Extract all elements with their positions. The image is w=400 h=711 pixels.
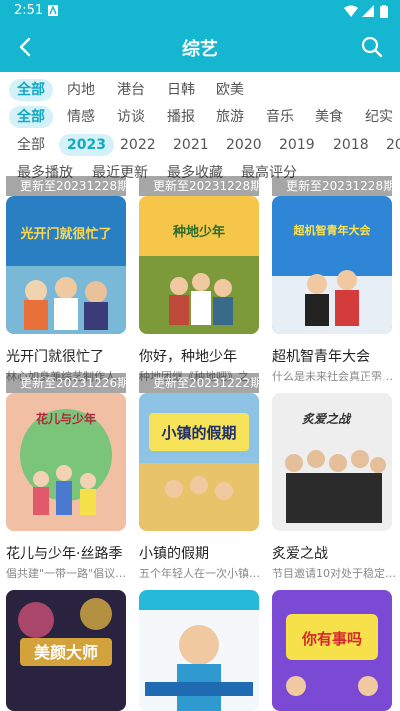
update-badge: 更新至20231228期: [139, 176, 259, 196]
chip-year-2017[interactable]: 2017: [378, 134, 400, 156]
show-desc: 五个年轻人在一次小镇旅行中: [139, 567, 263, 580]
show-poster: 花儿与少年: [6, 393, 126, 531]
update-badge: 更新至20231222期: [139, 373, 259, 393]
filter-row-region: 全部 内地 港台 日韩 欧美: [0, 76, 400, 104]
chip-genre-interview[interactable]: 访谈: [109, 106, 153, 128]
notification-icon: [48, 5, 58, 20]
search-icon: [361, 36, 383, 58]
show-title: 你好，种地少年: [139, 349, 237, 365]
chip-year-2023[interactable]: 2023: [59, 134, 114, 156]
wifi-icon: [344, 5, 358, 21]
show-poster: 小镇的假期: [139, 393, 259, 531]
chip-genre-all[interactable]: 全部: [9, 106, 53, 128]
chip-year-2020[interactable]: 2020: [218, 134, 270, 156]
chip-region-all[interactable]: 全部: [9, 79, 53, 101]
complete-badge: 完结: [363, 376, 388, 390]
battery-icon: [380, 5, 388, 22]
poster-title: 光开门就很忙了: [19, 226, 111, 242]
show-poster: 你有事吗: [272, 590, 392, 711]
filter-row-genre: 全部 情感 访谈 播报 旅游 音乐 美食 纪实: [0, 103, 400, 131]
poster-title: 超机智青年大会: [293, 223, 372, 237]
show-poster: 美颜大师: [6, 590, 126, 711]
chip-year-2022[interactable]: 2022: [112, 134, 164, 156]
update-badge: 更新至20231226期: [6, 373, 126, 393]
chip-year-2018[interactable]: 2018: [325, 134, 377, 156]
chip-region-western[interactable]: 欧美: [208, 79, 252, 101]
update-badge: 更新至20231228期: [272, 176, 392, 196]
poster-title: 美颜大师: [34, 643, 98, 662]
poster-title: 小镇的假期: [161, 424, 236, 442]
show-poster: 超机智青年大会: [272, 196, 392, 334]
chip-region-mainland[interactable]: 内地: [59, 79, 103, 101]
status-time: 2:51: [14, 3, 44, 18]
show-title: 超机智青年大会: [272, 349, 370, 365]
show-desc: 倡共建"一带一路"倡议提出十周年: [6, 567, 130, 580]
chip-genre-emotion[interactable]: 情感: [59, 106, 103, 128]
show-title: 炙爱之战: [272, 546, 328, 562]
show-poster: 炙爱之战: [272, 393, 392, 531]
chip-year-2019[interactable]: 2019: [271, 134, 323, 156]
show-title: 花儿与少年·丝路季: [6, 546, 123, 562]
signal-icon: [362, 5, 374, 21]
show-poster: [139, 590, 259, 711]
poster-title: 种地少年: [172, 224, 225, 240]
chip-year-2021[interactable]: 2021: [165, 134, 217, 156]
chip-year-all[interactable]: 全部: [9, 134, 53, 156]
show-title: 小镇的假期: [139, 546, 209, 562]
chip-genre-music[interactable]: 音乐: [258, 106, 302, 128]
chip-genre-documentary[interactable]: 纪实: [357, 106, 400, 128]
poster-title: 炙爱之战: [302, 412, 352, 426]
page-title: 综艺: [182, 39, 218, 60]
app-bar: 综艺: [0, 22, 400, 72]
show-title: 光开门就很忙了: [6, 349, 104, 365]
chip-genre-food[interactable]: 美食: [307, 106, 351, 128]
chip-genre-travel[interactable]: 旅游: [208, 106, 252, 128]
show-desc: 节目邀请10对处于稳定亲密关系: [272, 567, 396, 580]
show-poster: 光开门就很忙了: [6, 196, 126, 334]
update-badge: 更新至20231228期: [6, 176, 126, 196]
chip-region-jp-kr[interactable]: 日韩: [159, 79, 203, 101]
poster-title: 你有事吗: [301, 630, 362, 648]
show-poster: 种地少年: [139, 196, 259, 334]
search-button[interactable]: [360, 35, 384, 59]
status-bar: 2:51: [0, 0, 400, 22]
chip-genre-broadcast[interactable]: 播报: [159, 106, 203, 128]
poster-title: 花儿与少年: [36, 411, 96, 426]
filter-row-year: 全部 2023 2022 2021 2020 2019 2018 2017: [0, 131, 400, 159]
chip-region-hk-tw[interactable]: 港台: [109, 79, 153, 101]
